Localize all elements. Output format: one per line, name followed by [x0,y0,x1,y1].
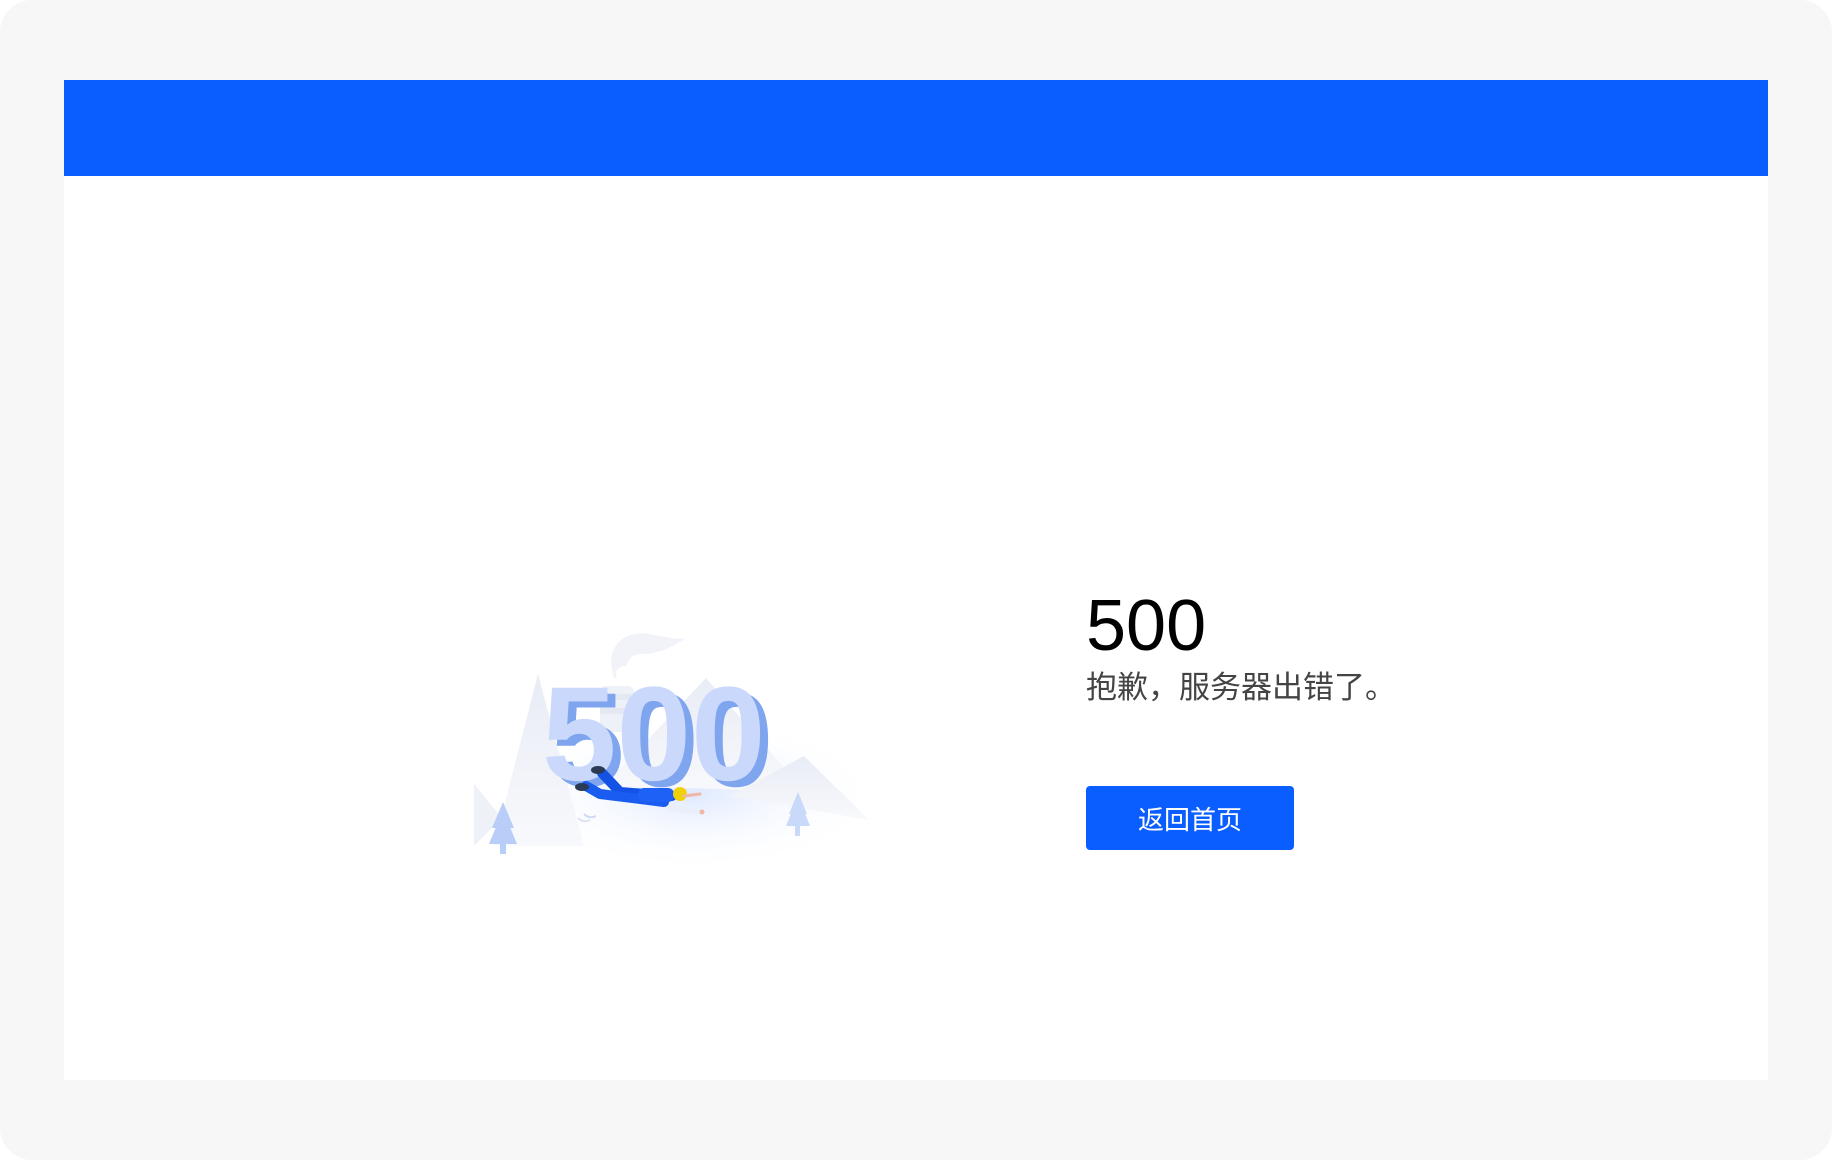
error-code: 500 [1086,586,1207,666]
error-illustration: 500 500 [474,633,884,872]
error-info: 500 抱歉，服务器出错了。 返回首页 [1086,586,1606,850]
back-home-button[interactable]: 返回首页 [1086,786,1294,850]
browser-window: 500 500 500 抱歉，服务器出错了。 返回首页 [64,80,1768,1080]
error-page: 500 500 500 抱歉，服务器出错了。 返回首页 [64,176,1768,1080]
error-message: 抱歉，服务器出错了。 [1086,670,1396,706]
top-bar [64,80,1768,176]
app-frame: 500 500 500 抱歉，服务器出错了。 返回首页 [0,0,1832,1160]
